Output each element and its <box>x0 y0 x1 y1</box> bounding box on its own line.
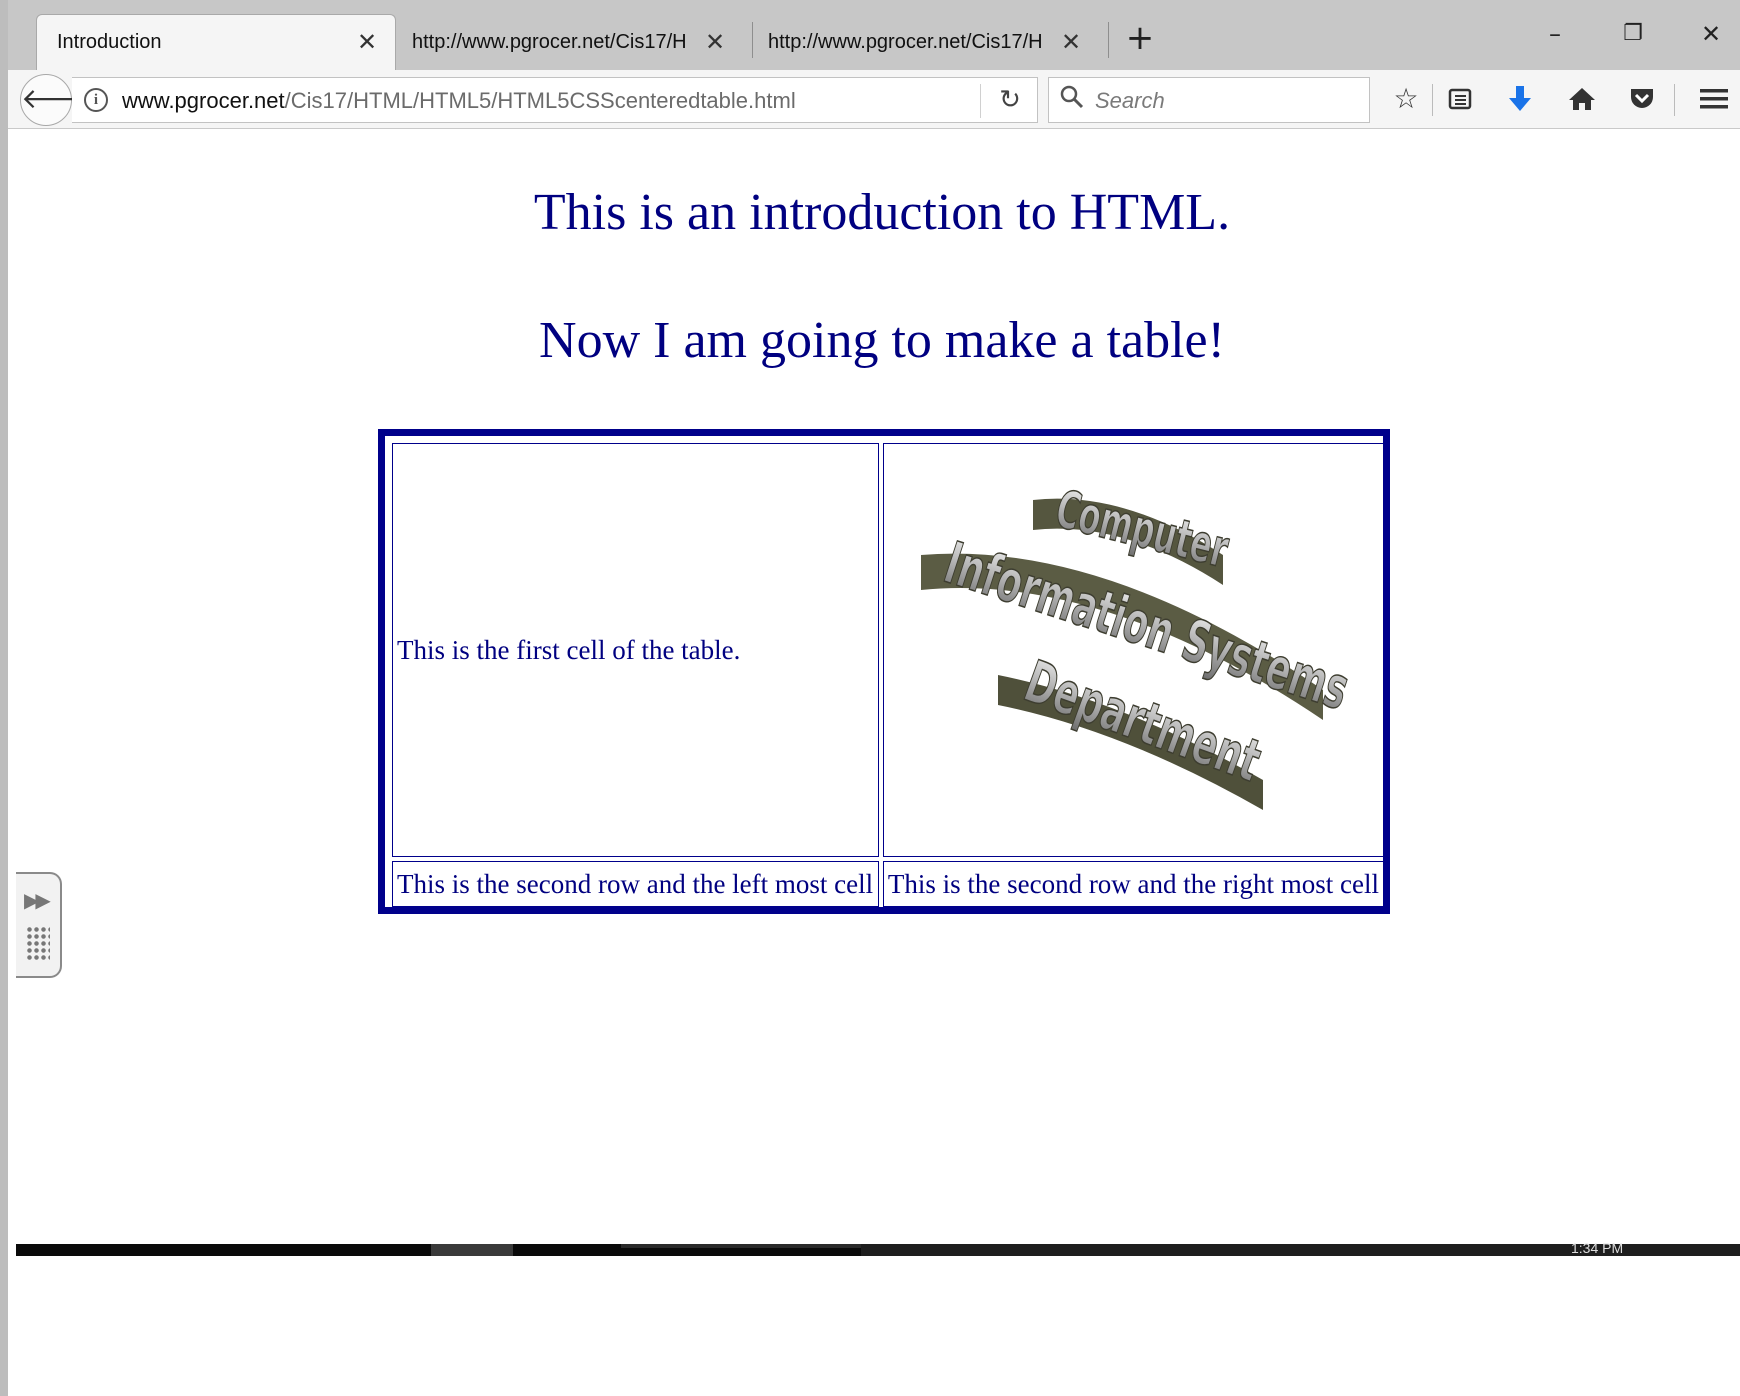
hamburger-menu-icon[interactable] <box>1692 78 1736 120</box>
side-panel-handle[interactable]: ▶▶ <box>16 872 62 978</box>
tab-close-icon[interactable]: ✕ <box>701 28 729 57</box>
tab-close-icon[interactable]: ✕ <box>353 28 381 57</box>
taskbar-item[interactable] <box>621 1244 861 1248</box>
tab-label: http://www.pgrocer.net/Cis17/H <box>768 30 1043 53</box>
table-cell-row2-right: This is the second row and the right mos… <box>882 861 1384 907</box>
tab-close-icon[interactable]: ✕ <box>1057 28 1085 57</box>
star-icon[interactable]: ☆ <box>1384 78 1428 120</box>
page-heading-intro: This is an introduction to HTML. <box>533 184 1231 241</box>
grip-dots-icon <box>26 926 50 960</box>
navigation-toolbar: 🡐 i www.pgrocer.net/Cis17/HTML/HTML5/HTM… <box>8 70 1740 129</box>
taskbar-item[interactable] <box>431 1244 513 1256</box>
restore-icon[interactable]: ❐ <box>1608 14 1658 54</box>
reload-icon[interactable]: ↻ <box>992 82 1028 118</box>
centered-table: This is the first cell of the table. Com… <box>378 429 1390 914</box>
url-path: /Cis17/HTML/HTML5/HTML5CSScenteredtable.… <box>284 88 796 113</box>
page-heading-table: Now I am going to make a table! <box>539 312 1225 369</box>
blank-area <box>16 1256 1740 1396</box>
page-content: This is an introduction to HTML. Now I a… <box>16 129 1740 1244</box>
tab-separator <box>752 22 753 58</box>
new-tab-plus-icon[interactable]: + <box>1120 20 1160 60</box>
table-cell-row2-left: This is the second row and the left most… <box>392 861 879 907</box>
search-icon <box>1059 84 1085 116</box>
reading-list-icon[interactable] <box>1438 78 1482 120</box>
taskbar-clock: 1:34 PM <box>1571 1240 1624 1256</box>
toolbar-separator <box>1432 84 1433 116</box>
tab-strip: Introduction ✕ http://www.pgrocer.net/Ci… <box>8 0 1740 70</box>
taskbar-strip: 1:34 PM <box>16 1240 1740 1256</box>
search-placeholder: Search <box>1095 88 1165 113</box>
minimize-icon[interactable]: – <box>1530 14 1580 54</box>
url-separator <box>980 84 981 118</box>
tab-third[interactable]: http://www.pgrocer.net/Cis17/H ✕ <box>754 14 1099 70</box>
tab-label: Introduction <box>57 31 162 53</box>
window-close-icon[interactable]: ✕ <box>1686 14 1736 54</box>
svg-text:Computer: Computer <box>1050 479 1235 580</box>
browser-window: Introduction ✕ http://www.pgrocer.net/Ci… <box>0 0 1740 1396</box>
table-cell-first: This is the first cell of the table. <box>392 443 879 857</box>
info-icon[interactable]: i <box>84 88 108 112</box>
download-icon[interactable] <box>1498 78 1542 120</box>
table-cell-image: Computer Information Systems Department <box>882 443 1384 857</box>
url-text[interactable]: www.pgrocer.net/Cis17/HTML/HTML5/HTML5CS… <box>122 88 796 114</box>
search-input[interactable]: Search <box>1048 77 1370 123</box>
back-arrow-icon[interactable]: 🡐 <box>20 74 96 126</box>
pocket-icon[interactable] <box>1620 78 1664 120</box>
tab-introduction[interactable]: Introduction ✕ <box>36 14 396 70</box>
expand-arrows-icon: ▶▶ <box>24 888 51 912</box>
url-host: www.pgrocer.net <box>122 88 285 113</box>
toolbar-separator <box>1674 84 1675 116</box>
tab-separator <box>1108 22 1109 58</box>
home-icon[interactable] <box>1560 78 1604 120</box>
cis-department-logo: Computer Information Systems Department <box>921 479 1358 810</box>
address-bar[interactable]: i www.pgrocer.net/Cis17/HTML/HTML5/HTML5… <box>72 77 1038 123</box>
tab-label: http://www.pgrocer.net/Cis17/H <box>412 30 687 53</box>
tab-second[interactable]: http://www.pgrocer.net/Cis17/H ✕ <box>398 14 743 70</box>
